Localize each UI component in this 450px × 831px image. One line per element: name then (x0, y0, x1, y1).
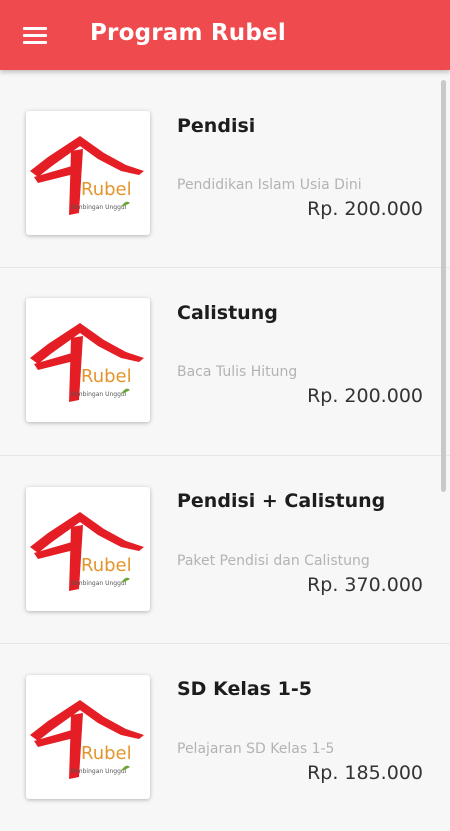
program-list[interactable]: Rubel Bimbingan Unggul Pendisi Pendidika… (0, 70, 450, 800)
rubel-logo-icon: Rubel Bimbingan Unggul (30, 136, 144, 215)
hamburger-menu-icon[interactable] (23, 27, 47, 45)
logo-tagline: Bimbingan Unggul (71, 204, 127, 211)
program-price: Rp. 370.000 (307, 574, 423, 596)
program-card-pendisi-calistung[interactable]: Rubel Bimbingan Unggul Pendisi + Calistu… (0, 456, 450, 643)
program-price: Rp. 185.000 (307, 762, 423, 784)
app-bar: Program Rubel (0, 0, 450, 70)
program-card-sd-kelas[interactable]: Rubel Bimbingan Unggul SD Kelas 1-5 Pela… (0, 644, 450, 831)
program-description: Paket Pendisi dan Calistung (177, 553, 370, 569)
rubel-logo-thumbnail: Rubel Bimbingan Unggul (26, 675, 150, 799)
rubel-logo-icon: Rubel Bimbingan Unggul (30, 700, 144, 779)
program-description: Pelajaran SD Kelas 1-5 (177, 741, 335, 757)
logo-wordmark: Rubel (81, 179, 132, 200)
logo-wordmark: Rubel (81, 366, 132, 387)
rubel-logo-thumbnail: Rubel Bimbingan Unggul (26, 487, 150, 611)
rubel-logo-thumbnail: Rubel Bimbingan Unggul (26, 298, 150, 422)
scrollbar[interactable] (441, 80, 446, 492)
logo-wordmark: Rubel (81, 743, 132, 764)
program-price: Rp. 200.000 (307, 198, 423, 220)
logo-tagline: Bimbingan Unggul (71, 768, 127, 775)
rubel-logo-icon: Rubel Bimbingan Unggul (30, 323, 144, 402)
logo-wordmark: Rubel (81, 555, 132, 576)
rubel-logo-thumbnail: Rubel Bimbingan Unggul (26, 111, 150, 235)
program-description: Pendidikan Islam Usia Dini (177, 177, 362, 193)
rubel-logo-icon: Rubel Bimbingan Unggul (30, 512, 144, 591)
program-title: Calistung (177, 302, 278, 324)
program-card-calistung[interactable]: Rubel Bimbingan Unggul Calistung Baca Tu… (0, 268, 450, 455)
logo-tagline: Bimbingan Unggul (71, 580, 127, 587)
program-price: Rp. 200.000 (307, 385, 423, 407)
page-title: Program Rubel (90, 20, 286, 46)
program-description: Baca Tulis Hitung (177, 364, 298, 380)
program-title: Pendisi (177, 115, 256, 137)
program-title: Pendisi + Calistung (177, 490, 386, 512)
program-card-pendisi[interactable]: Rubel Bimbingan Unggul Pendisi Pendidika… (0, 70, 450, 257)
program-title: SD Kelas 1-5 (177, 678, 312, 700)
logo-tagline: Bimbingan Unggul (71, 391, 127, 398)
